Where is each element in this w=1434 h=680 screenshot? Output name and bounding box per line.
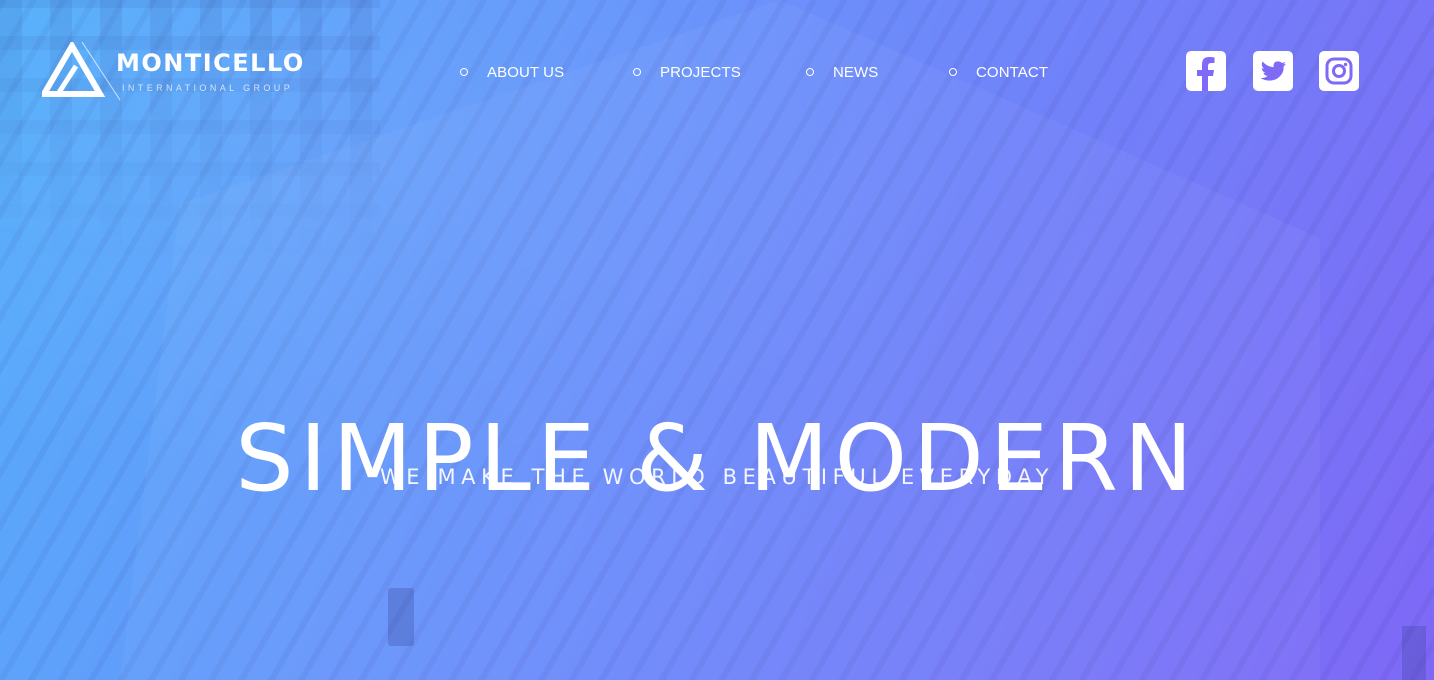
brand-name: MONTICELLO [116,49,305,77]
background-traffic-light [388,588,414,646]
facebook-icon [1197,57,1215,91]
instagram-icon [1325,57,1353,85]
brand-logo[interactable]: MONTICELLO INTERNATIONAL GROUP [42,42,332,104]
hero-title: SIMPLE & MODERN [235,404,1199,512]
twitter-link[interactable] [1253,51,1293,91]
background-post [1402,626,1426,680]
brand-tagline: INTERNATIONAL GROUP [122,83,294,93]
hero-subtitle: WE MAKE THE WORLD BEAUTIFUL EVERYDAY [379,465,1055,489]
nav-projects-label: PROJECTS [660,63,741,81]
nav-bullet-icon [806,68,814,76]
nav-about-us[interactable]: ABOUT US [460,61,564,83]
nav-bullet-icon [949,68,957,76]
nav-news-label: NEWS [833,63,879,81]
nav-projects[interactable]: PROJECTS [633,61,741,83]
nav-about-us-label: ABOUT US [487,63,565,81]
facebook-link[interactable] [1186,51,1226,91]
twitter-icon [1260,61,1286,81]
nav-contact[interactable]: CONTACT [949,61,1048,83]
background-building [0,0,380,260]
nav-bullet-icon [460,68,468,76]
nav-news[interactable]: NEWS [806,61,878,83]
nav-contact-label: CONTACT [976,63,1049,81]
nav-bullet-icon [633,68,641,76]
logo-mark-icon [42,42,121,101]
instagram-link[interactable] [1319,51,1359,91]
